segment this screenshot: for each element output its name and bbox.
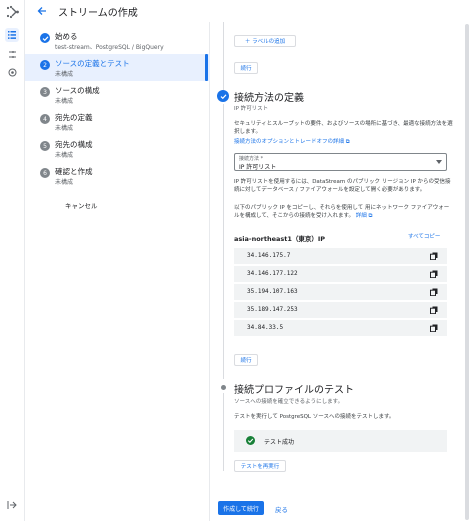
step-connector-line [223, 104, 224, 379]
collapse-nav-icon[interactable] [7, 500, 17, 510]
step-define-destination[interactable]: 4 宛先の定義 未構成 [25, 108, 210, 135]
copy-icon[interactable] [430, 270, 438, 279]
step-title: ソースの定義とテスト [55, 59, 130, 68]
step-configure-source[interactable]: 3 ソースの構成 未構成 [25, 81, 210, 108]
external-link-icon: ⧉ [368, 213, 373, 219]
ip-address: 34.84.33.5 [247, 324, 284, 331]
streams-nav-icon[interactable] [5, 28, 19, 42]
test-description: テストを実行して PostgreSQL ソースへの接続をテストします。 [234, 414, 395, 420]
ip-instructions: 以下のパブリック IP をコピーし、それらを使用して 用にネットワーク ファイア… [234, 204, 454, 220]
stepper-panel: 始める test-stream、PostgreSQL / BigQuery 2 … [25, 22, 210, 521]
test-profile-title: 接続プロファイルのテスト [234, 385, 354, 396]
back-arrow-icon[interactable] [36, 5, 48, 17]
step-connector-line [223, 22, 224, 90]
step-pending-dot [221, 385, 226, 390]
back-button[interactable]: 戻る [275, 504, 288, 514]
connection-profiles-nav-icon[interactable] [6, 48, 18, 60]
copy-all-button[interactable]: すべてコピー [408, 232, 440, 240]
step-title: 宛先の定義 [55, 113, 93, 122]
ip-row: 34.84.33.5 [234, 320, 447, 336]
ip-address: 35.194.107.163 [247, 288, 298, 295]
step-subtitle: 未構成 [55, 179, 74, 186]
test-result-text: テスト成功 [264, 439, 295, 446]
ip-row: 35.194.107.163 [234, 284, 447, 300]
step-title: 確認と作成 [55, 167, 93, 176]
step-number: 4 [40, 114, 50, 124]
ip-address: 34.146.177.122 [247, 270, 298, 277]
ip-allowlist-description: IP 許可リストを使用するには、DataStream のパブリック リージョン … [234, 179, 451, 193]
step-number: 5 [40, 141, 50, 151]
step-subtitle: test-stream、PostgreSQL / BigQuery [55, 44, 164, 51]
copy-icon[interactable] [430, 288, 438, 297]
ip-address: 34.146.175.7 [247, 252, 291, 259]
add-label-button[interactable]: ＋ ラベルの追加 [234, 35, 296, 47]
connection-method-select[interactable]: 接続方法 * IP 許可リスト [234, 153, 447, 171]
step-subtitle: 未構成 [55, 125, 74, 132]
step-configure-destination[interactable]: 5 宛先の構成 未構成 [25, 135, 210, 162]
page-title: ストリームの作成 [58, 8, 138, 19]
continue-button[interactable]: 続行 [234, 354, 258, 366]
step-number: 2 [40, 60, 50, 70]
step-subtitle: 未構成 [55, 152, 74, 159]
step-get-started[interactable]: 始める test-stream、PostgreSQL / BigQuery [25, 27, 210, 54]
copy-icon[interactable] [430, 252, 438, 261]
rerun-test-button[interactable]: テストを再実行 [234, 460, 286, 472]
ip-row: 35.189.147.253 [234, 302, 447, 318]
connection-method-title: 接続方法の定義 [234, 93, 304, 104]
test-result-box: テスト成功 [234, 430, 447, 452]
select-value: IP 許可リスト [239, 164, 277, 171]
datastream-logo-icon [6, 5, 20, 19]
ip-address: 35.189.147.253 [247, 306, 298, 313]
copy-icon[interactable] [430, 324, 438, 333]
dropdown-caret-icon [436, 160, 442, 164]
region-ip-heading: asia-northeast1（東京）IP [234, 235, 326, 243]
connection-method-subtitle: IP 許可リスト [234, 106, 269, 112]
create-and-continue-button[interactable]: 作成して続行 [218, 501, 264, 515]
ip-instructions-text: 以下のパブリック IP をコピーし、それらを使用して 用にネットワーク ファイア… [234, 205, 450, 219]
check-icon [40, 33, 50, 43]
check-icon [217, 90, 229, 102]
nav-rail [0, 0, 25, 521]
main-content: ＋ ラベルの追加 続行 接続方法の定義 IP 許可リスト セキュリティとスループ… [211, 22, 474, 521]
continue-button[interactable]: 続行 [234, 62, 258, 74]
cancel-button[interactable]: キャンセル [65, 200, 98, 210]
step-subtitle: 未構成 [55, 98, 74, 105]
connection-description: セキュリティとスループットの要件、およびソースの場所に基づき、最適な接続方法を選… [234, 121, 453, 135]
connection-options-link[interactable]: 接続方法のオプションとトレードオフの詳細 [234, 139, 344, 145]
test-profile-subtitle: ソースへの接続を確立できるようにします。 [234, 399, 344, 405]
ip-row: 34.146.177.122 [234, 266, 447, 282]
step-number: 3 [40, 87, 50, 97]
step-title: 宛先の構成 [55, 140, 93, 149]
step-connector-line [223, 393, 224, 471]
step-define-source[interactable]: 2 ソースの定義とテスト 未構成 [25, 54, 210, 81]
ip-row: 34.146.175.7 [234, 248, 447, 264]
scrollbar[interactable] [465, 24, 469, 520]
step-review-create[interactable]: 6 確認と作成 未構成 [25, 162, 210, 189]
details-link[interactable]: 詳細 [356, 213, 367, 219]
copy-icon[interactable] [430, 306, 438, 315]
step-number: 6 [40, 168, 50, 178]
step-subtitle: 未構成 [55, 71, 74, 78]
select-label: 接続方法 * [239, 156, 264, 162]
private-connectivity-nav-icon[interactable] [6, 66, 18, 78]
step-title: 始める [55, 32, 78, 41]
options-link-row: 接続方法のオプションとトレードオフの詳細 ⧉ [234, 138, 454, 146]
step-title: ソースの構成 [55, 86, 100, 95]
external-link-icon: ⧉ [345, 139, 350, 145]
top-bar: ストリームの作成 [25, 0, 474, 22]
success-check-icon [246, 436, 255, 445]
